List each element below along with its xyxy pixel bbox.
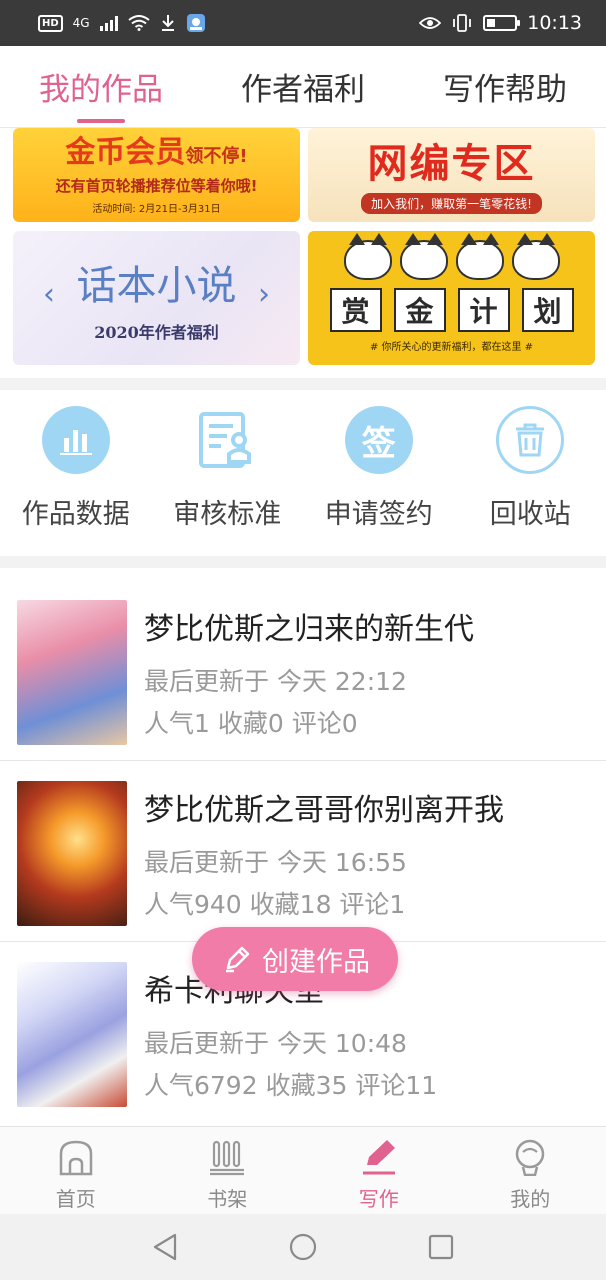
trash-icon (496, 406, 565, 474)
recycle-bin-label: 回收站 (489, 499, 571, 530)
works-data-label: 作品数据 (21, 499, 130, 530)
work-stats: 人气940 收藏18 评论1 (144, 890, 406, 919)
coin-title-highlight: 会员 (125, 135, 186, 170)
tab-writing-help[interactable]: 写作帮助 (404, 46, 606, 127)
cat-face-icon (343, 232, 392, 280)
bar-chart-icon (41, 406, 110, 474)
back-triangle-icon (153, 1233, 177, 1261)
nav-bookshelf-label: 书架 (207, 1187, 248, 1211)
home-circle-icon (289, 1233, 317, 1261)
cat-face-icon (399, 232, 448, 280)
battery-icon (483, 15, 521, 31)
bounty-note: # 你所关心的更新福利，都在这里 # (369, 341, 534, 353)
story-banner-subtitle: 2020年作者福利 (94, 323, 219, 342)
apply-sign-label: 申请签约 (324, 499, 433, 530)
apply-sign-button[interactable]: 签 申请签约 (303, 390, 455, 556)
download-icon (160, 14, 176, 32)
section-divider (0, 556, 606, 568)
top-tabs: 我的作品 作者福利 写作帮助 (0, 46, 606, 128)
system-nav-bar (0, 1214, 606, 1280)
chevron-left-icon: ‹ (43, 277, 55, 312)
nav-profile[interactable]: 我的 (455, 1127, 606, 1214)
work-updated-time: 最后更新于 今天 10:48 (144, 1029, 407, 1058)
work-updated-time: 最后更新于 今天 22:12 (144, 667, 407, 696)
network-type-label: 4G (72, 16, 90, 30)
review-standards-button[interactable]: 审核标准 (152, 390, 304, 556)
work-cover-image (17, 781, 127, 926)
status-right: 10:13 (419, 12, 582, 34)
work-title: 梦比优斯之哥哥你别离开我 (144, 793, 504, 828)
nav-home[interactable]: 首页 (0, 1127, 152, 1214)
home-system-button[interactable] (287, 1231, 319, 1263)
status-bar: HD 4G 10:13 (0, 0, 606, 46)
chevron-right-icon: › (258, 277, 270, 312)
bounty-word: 金 (393, 287, 446, 332)
coin-title-main: 金币 (65, 135, 126, 170)
hd-icon: HD (38, 14, 63, 32)
clock: 10:13 (527, 12, 582, 34)
nav-write-label: 写作 (358, 1187, 399, 1211)
tab-author-benefits[interactable]: 作者福利 (202, 46, 404, 127)
quick-actions: 作品数据 审核标准 签 申请签约 回收站 (0, 390, 606, 556)
eye-comfort-icon (419, 16, 442, 30)
work-cover-image (17, 962, 127, 1107)
review-standards-label: 审核标准 (173, 499, 282, 530)
wifi-icon (127, 15, 150, 31)
coin-title-tail: 领不停! (185, 146, 248, 167)
sign-icon-char: 签 (361, 423, 396, 464)
banner-net-editor[interactable]: 网编专区 加入我们，赚取第一笔零花钱! (308, 128, 595, 222)
recents-button[interactable] (425, 1231, 457, 1263)
coin-banner-title: 金币会员领不停! (65, 128, 247, 171)
pen-icon (359, 1137, 399, 1177)
work-stats: 人气1 收藏0 评论0 (144, 709, 358, 738)
bounty-word: 划 (521, 287, 574, 332)
coin-banner-date: 活动时间: 2月21日-3月31日 (92, 204, 221, 215)
banner-grid: 金币会员领不停! 还有首页轮播推荐位等着你哦! 活动时间: 2月21日-3月31… (0, 128, 606, 378)
profile-icon (510, 1137, 550, 1177)
bounty-title: 赏 金 计 划 (329, 287, 574, 332)
nav-write[interactable]: 写作 (303, 1127, 455, 1214)
cat-face-icon (511, 232, 560, 280)
work-title: 梦比优斯之归来的新生代 (144, 612, 474, 647)
create-work-label: 创建作品 (262, 946, 370, 978)
home-icon (56, 1137, 96, 1177)
review-doc-icon (193, 406, 261, 474)
net-banner-subtitle: 加入我们，赚取第一笔零花钱! (361, 192, 542, 214)
tab-my-works[interactable]: 我的作品 (0, 46, 202, 127)
nav-profile-label: 我的 (510, 1187, 551, 1211)
list-item[interactable]: 梦比优斯之归来的新生代 最后更新于 今天 22:12 人气1 收藏0 评论0 (0, 580, 606, 761)
cats-illustration (343, 232, 560, 280)
app-notification-icon (186, 13, 206, 33)
cat-face-icon (455, 232, 504, 280)
recents-square-icon (428, 1234, 454, 1260)
coin-banner-subtitle: 还有首页轮播推荐位等着你哦! (55, 177, 258, 195)
nav-bookshelf[interactable]: 书架 (152, 1127, 304, 1214)
work-cover-image (17, 600, 127, 745)
nav-home-label: 首页 (55, 1187, 96, 1211)
create-work-button[interactable]: 创建作品 (192, 927, 398, 991)
back-button[interactable] (149, 1231, 181, 1263)
story-banner-title: 话本小说 (76, 263, 237, 309)
work-updated-time: 最后更新于 今天 16:55 (144, 848, 407, 877)
bottom-nav: 首页 书架 写作 我的 (0, 1126, 606, 1214)
list-item[interactable]: 梦比优斯之哥哥你别离开我 最后更新于 今天 16:55 人气940 收藏18 评… (0, 761, 606, 942)
sign-icon: 签 (344, 406, 413, 474)
banner-story-novel[interactable]: ‹ 话本小说 2020年作者福利 › (13, 231, 300, 365)
works-list: 梦比优斯之归来的新生代 最后更新于 今天 22:12 人气1 收藏0 评论0 梦… (0, 580, 606, 1123)
bounty-word: 计 (457, 287, 510, 332)
work-stats: 人气6792 收藏35 评论11 (144, 1071, 438, 1100)
banner-bounty-plan[interactable]: 赏 金 计 划 # 你所关心的更新福利，都在这里 # (308, 231, 595, 365)
banner-coin-membership[interactable]: 金币会员领不停! 还有首页轮播推荐位等着你哦! 活动时间: 2月21日-3月31… (13, 128, 300, 222)
status-left: HD 4G (38, 13, 206, 33)
works-data-button[interactable]: 作品数据 (0, 390, 152, 556)
vibrate-icon (451, 14, 473, 32)
recycle-bin-button[interactable]: 回收站 (455, 390, 606, 556)
section-divider (0, 378, 606, 390)
pencil-icon (220, 942, 254, 976)
bounty-word: 赏 (329, 287, 382, 332)
net-banner-title: 网编专区 (367, 140, 536, 187)
signal-icon (99, 15, 118, 31)
bookshelf-icon (207, 1137, 247, 1177)
